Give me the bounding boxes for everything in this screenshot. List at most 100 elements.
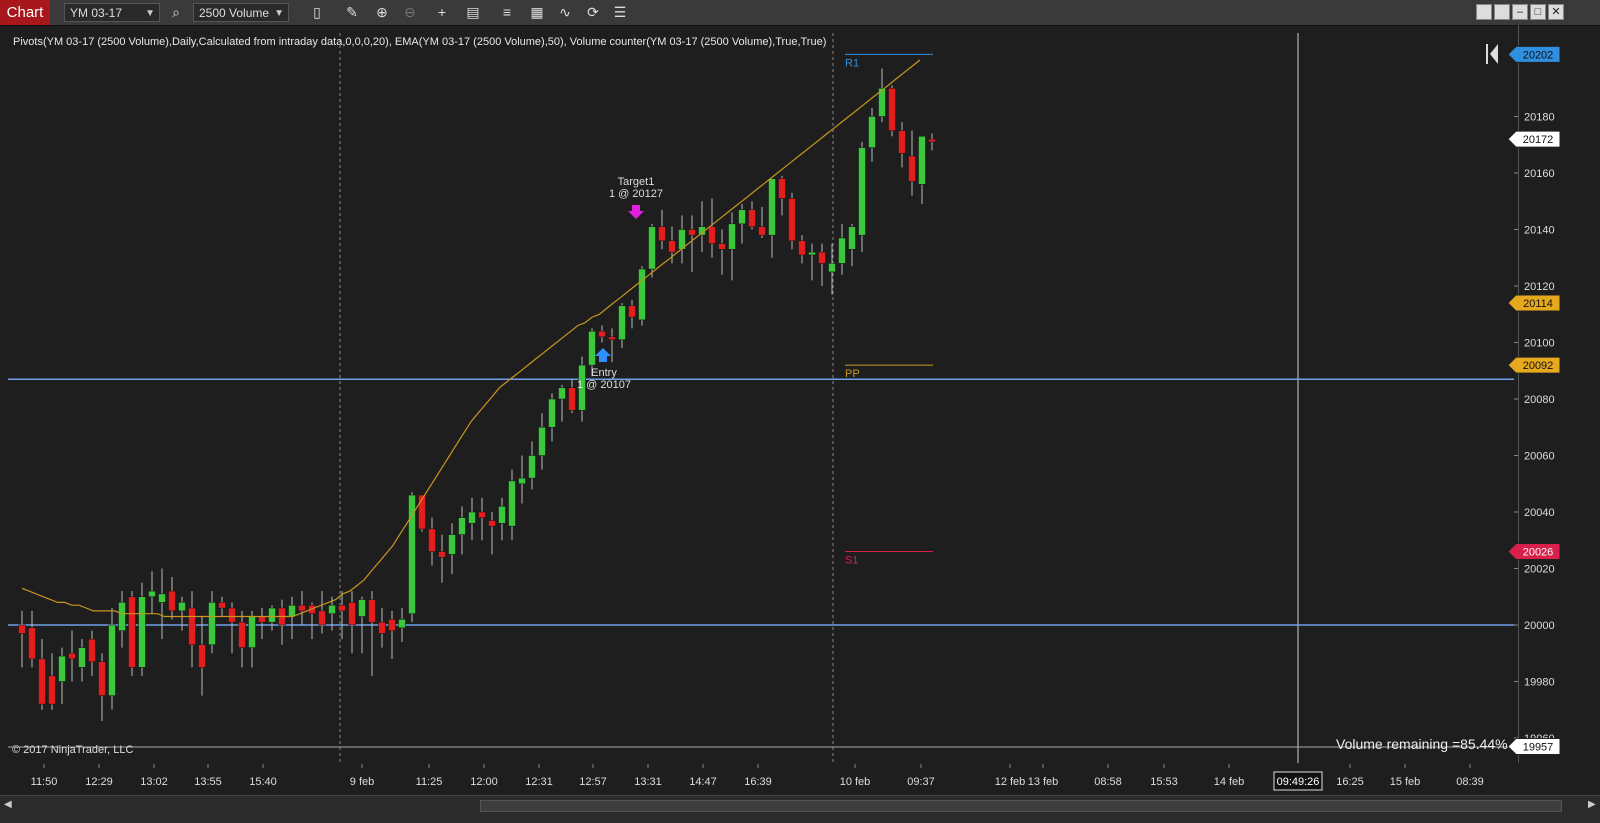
candle-body — [518, 477, 526, 485]
x-tick-label: 08:39 — [1456, 776, 1484, 788]
candle-body — [328, 604, 336, 614]
candle-body — [268, 607, 276, 623]
x-tick-label-current: 09:49:26 — [1277, 776, 1320, 788]
candle-body — [768, 178, 776, 236]
candle-body — [208, 602, 216, 646]
draw-pencil-icon[interactable]: ✎ — [342, 3, 362, 22]
chart-tab[interactable]: Chart — [0, 0, 50, 25]
candle-body — [458, 517, 466, 535]
price-chart[interactable]: R1PPS1Target11 @ 20127Entry1 @ 201071996… — [0, 25, 1600, 795]
scroll-left-icon[interactable]: ◀ — [4, 799, 12, 810]
x-tick-label: 11:25 — [416, 776, 443, 788]
minimize-icon[interactable]: – — [1512, 4, 1528, 20]
x-tick-label: 14:47 — [689, 776, 717, 788]
candle-body — [928, 138, 936, 143]
data-series-icon[interactable]: ≡ — [497, 3, 517, 22]
candle-body — [908, 155, 916, 182]
close-icon[interactable]: ✕ — [1548, 4, 1564, 20]
candle-body — [478, 511, 486, 518]
candle-body — [128, 596, 136, 668]
candle-body — [648, 226, 656, 270]
candle-body — [598, 330, 606, 338]
candle-body — [118, 602, 126, 631]
candle-body — [888, 88, 896, 131]
maximize-icon[interactable]: □ — [1530, 4, 1546, 20]
target-detail: 1 @ 20127 — [609, 188, 663, 200]
candle-body — [238, 621, 246, 648]
indicators-icon[interactable]: ∿ — [555, 3, 575, 22]
candle-body — [818, 251, 826, 264]
pivot-s1-label: S1 — [845, 555, 858, 567]
chevron-down-icon: ▼ — [145, 8, 155, 19]
candle-body — [548, 398, 556, 428]
candle-body — [158, 593, 166, 603]
y-tick-label: 19980 — [1524, 677, 1555, 689]
candle-body — [378, 621, 386, 634]
candle-body — [748, 209, 756, 227]
x-tick-label: 12:31 — [525, 776, 553, 788]
x-tick-label: 16:39 — [744, 776, 772, 788]
x-tick-label: 13:02 — [140, 776, 168, 788]
candle-body — [498, 506, 506, 524]
candle-body — [298, 604, 306, 612]
price-tag-label: 20114 — [1523, 298, 1553, 310]
scroll-right-icon[interactable]: ▶ — [1588, 799, 1596, 810]
y-tick-label: 20020 — [1524, 564, 1555, 576]
x-tick-label: 10 feb — [840, 776, 871, 788]
candle-body — [778, 178, 786, 199]
search-icon[interactable]: ⌕ — [166, 3, 186, 22]
candle-body — [508, 480, 516, 527]
candle-body — [728, 223, 736, 250]
candle-body — [918, 136, 926, 185]
candle-body — [338, 604, 346, 612]
candle-body — [48, 675, 56, 705]
candle-body — [428, 528, 436, 552]
bar-type-selector[interactable]: 2500 Volume ▼ — [193, 3, 289, 22]
y-tick-label: 20120 — [1524, 281, 1555, 293]
x-tick-label: 12 feb — [995, 776, 1026, 788]
scroll-thumb[interactable] — [480, 800, 1562, 812]
candle-body — [758, 226, 766, 236]
x-tick-label: 14 feb — [1214, 776, 1245, 788]
candle-body — [488, 520, 496, 527]
candle-body — [78, 647, 86, 668]
y-tick-label: 20000 — [1524, 620, 1555, 632]
crosshair-icon[interactable]: + — [432, 3, 452, 22]
horizontal-scrollbar[interactable]: ◀ ▶ — [0, 795, 1600, 823]
y-tick-label: 20100 — [1524, 338, 1555, 350]
tile-window-icon[interactable] — [1476, 4, 1492, 20]
entry-detail: 1 @ 20107 — [577, 379, 631, 391]
candle-body — [108, 624, 116, 696]
entry-label: Entry — [591, 367, 617, 379]
candle-body — [708, 226, 716, 244]
candle-body — [658, 226, 666, 242]
candle-body — [68, 653, 76, 660]
candle-body — [448, 534, 456, 555]
candle-body — [668, 240, 676, 253]
x-tick-label: 15 feb — [1390, 776, 1421, 788]
candle-body — [528, 455, 536, 479]
indicator-label: Pivots(YM 03-17 (2500 Volume),Daily,Calc… — [13, 36, 827, 48]
restore-icon[interactable] — [1494, 4, 1510, 20]
bar-type-value: 2500 Volume — [199, 6, 270, 20]
candle-body — [538, 427, 546, 456]
zoom-in-icon[interactable]: ⊕ — [372, 3, 392, 22]
properties-icon[interactable]: ▤ — [463, 3, 483, 22]
zoom-out-icon[interactable]: ⊖ — [400, 3, 420, 22]
copyright-text: © 2017 NinjaTrader, LLC — [12, 744, 134, 756]
candle-body — [868, 116, 876, 148]
candle-body — [358, 599, 366, 617]
menu-list-icon[interactable]: ☰ — [610, 3, 630, 22]
candle-body — [318, 610, 326, 626]
x-tick-label: 13:55 — [194, 776, 222, 788]
refresh-icon[interactable]: ⟳ — [583, 3, 603, 22]
x-tick-label: 9 feb — [350, 776, 374, 788]
candle-body — [838, 237, 846, 264]
candle-body — [688, 229, 696, 236]
strategies-icon[interactable]: ▦ — [527, 3, 547, 22]
candle-body — [788, 198, 796, 242]
instrument-selector[interactable]: YM 03-17 ▼ — [64, 3, 160, 22]
chart-style-icon[interactable]: ▯ — [307, 3, 327, 22]
candle-body — [88, 638, 96, 662]
entry-arrow-icon — [595, 348, 611, 362]
